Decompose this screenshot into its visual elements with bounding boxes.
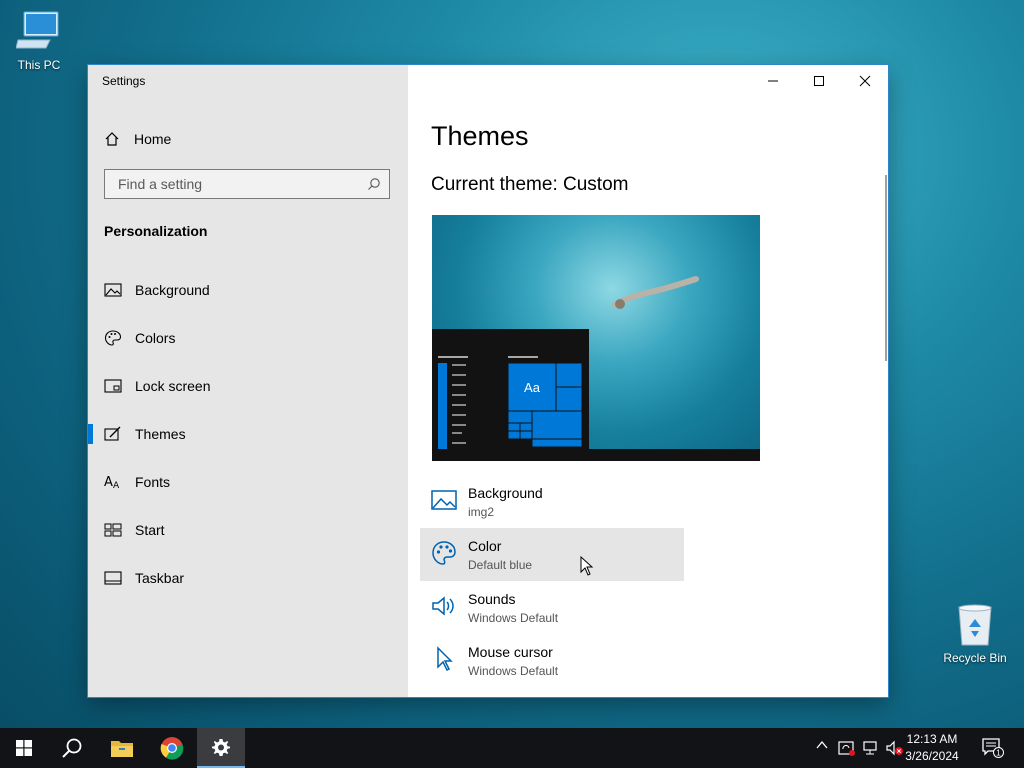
taskbar-chrome[interactable]: [148, 728, 196, 768]
setting-title: Mouse cursor: [468, 644, 553, 660]
palette-icon: [430, 540, 458, 566]
theme-preview: Aa: [432, 215, 760, 461]
content-pane: Themes Current theme: Custom Aa Backgrou…: [408, 65, 888, 697]
speaker-icon: [430, 593, 458, 619]
close-button[interactable]: [842, 65, 888, 97]
fonts-icon: AA: [103, 474, 123, 490]
notification-icon: 1: [982, 738, 1004, 758]
themes-icon: [103, 426, 123, 442]
clock-date: 3/26/2024: [905, 749, 959, 763]
maximize-button[interactable]: [796, 65, 842, 97]
notification-badge: 1: [996, 749, 1001, 758]
security-icon: [838, 741, 855, 756]
picture-icon: [103, 282, 123, 298]
home-icon: [105, 132, 119, 146]
sidebar-item-label: Taskbar: [135, 570, 185, 586]
sidebar-item-label: Fonts: [135, 474, 171, 490]
theme-sounds-button[interactable]: Sounds Windows Default: [420, 581, 684, 634]
start-icon: [103, 523, 123, 537]
selection-indicator: [88, 424, 93, 444]
nav-home-label: Home: [134, 131, 172, 147]
sidebar-item-label: Lock screen: [135, 378, 211, 394]
sidebar-item-themes[interactable]: Themes: [88, 414, 408, 454]
swimmer-image: [612, 276, 699, 309]
search-input[interactable]: [116, 175, 367, 193]
computer-icon: [16, 11, 59, 49]
theme-mouse-cursor-button[interactable]: Mouse cursor Windows Default: [420, 634, 684, 687]
sidebar-item-label: Colors: [135, 330, 176, 346]
preview-start-menu-graphic: Aa: [438, 356, 583, 449]
chevron-up-icon: [816, 740, 828, 749]
setting-title: Color: [468, 538, 502, 554]
preview-start-menu: Aa: [432, 329, 589, 461]
show-hidden-icons-button[interactable]: [816, 740, 828, 750]
sidebar-item-taskbar[interactable]: Taskbar: [88, 558, 408, 598]
nav-home-link[interactable]: Home: [104, 129, 171, 149]
chrome-icon: [160, 737, 184, 760]
sidebar-item-background[interactable]: Background: [88, 270, 408, 310]
lock-screen-icon: [103, 378, 123, 394]
svg-text:A: A: [113, 481, 120, 490]
theme-background-button[interactable]: Background img2: [420, 475, 684, 528]
tray-security[interactable]: [838, 740, 856, 756]
setting-value: Windows Default: [468, 664, 559, 678]
taskbar-file-explorer[interactable]: [98, 728, 146, 768]
settings-gear-icon: [212, 739, 230, 756]
windows-logo-icon: [16, 740, 32, 756]
start-button[interactable]: [0, 728, 48, 768]
desktop-icon-recycle-bin[interactable]: Recycle Bin: [940, 603, 1010, 665]
taskbar-icon: [103, 571, 123, 585]
desktop-icon-label: Recycle Bin: [943, 651, 1007, 665]
tray-network[interactable]: [862, 740, 880, 756]
action-center-button[interactable]: 1: [982, 738, 1004, 758]
svg-text:A: A: [104, 475, 113, 490]
window-title: Settings: [102, 74, 146, 88]
sidebar-item-lock-screen[interactable]: Lock screen: [88, 366, 408, 406]
sidebar-item-label: Background: [135, 282, 210, 298]
minimize-icon: [768, 80, 778, 82]
setting-value: Default blue: [468, 558, 533, 572]
setting-title: Background: [468, 485, 543, 501]
desktop-icon-this-pc[interactable]: This PC: [4, 10, 74, 72]
scrollbar[interactable]: [885, 175, 887, 361]
tray-clock[interactable]: 12:13 AM 3/26/2024: [898, 731, 966, 765]
current-theme-heading: Current theme: Custom: [431, 174, 629, 195]
sidebar-item-label: Themes: [135, 426, 186, 442]
sidebar-item-colors[interactable]: Colors: [88, 318, 408, 358]
search-icon: [62, 738, 82, 758]
sidebar-item-label: Start: [135, 522, 165, 538]
search-icon[interactable]: [367, 177, 381, 191]
search-box[interactable]: [104, 169, 390, 199]
file-explorer-icon: [111, 741, 133, 757]
taskbar-settings[interactable]: [197, 728, 245, 768]
mouse-pointer: [580, 556, 594, 576]
cursor-icon: [430, 646, 458, 672]
network-icon: [863, 741, 877, 755]
setting-value: img2: [468, 505, 495, 519]
sidebar-item-start[interactable]: Start: [88, 510, 408, 550]
close-icon: [859, 75, 871, 87]
taskbar: 12:13 AM 3/26/2024 1: [0, 728, 1024, 768]
sidebar-item-fonts[interactable]: AA Fonts: [88, 462, 408, 502]
theme-color-button[interactable]: Color Default blue: [420, 528, 684, 581]
picture-icon: [430, 487, 458, 513]
preview-taskbar: [432, 449, 760, 461]
navigation-pane: Settings Home Personalization Background: [88, 65, 408, 697]
setting-value: Windows Default: [468, 611, 559, 625]
preview-tile-label: Aa: [524, 380, 541, 395]
page-title: Themes: [431, 121, 529, 151]
palette-icon: [103, 329, 123, 347]
settings-window: Settings Home Personalization Background: [88, 65, 888, 697]
section-heading: Personalization: [104, 223, 208, 239]
desktop-icon-label: This PC: [17, 58, 61, 72]
setting-title: Sounds: [468, 591, 516, 607]
maximize-icon: [814, 76, 824, 86]
clock-time: 12:13 AM: [906, 732, 958, 746]
minimize-button[interactable]: [750, 65, 796, 97]
taskbar-search-button[interactable]: [48, 728, 96, 768]
recycle-bin-icon: [958, 604, 992, 646]
